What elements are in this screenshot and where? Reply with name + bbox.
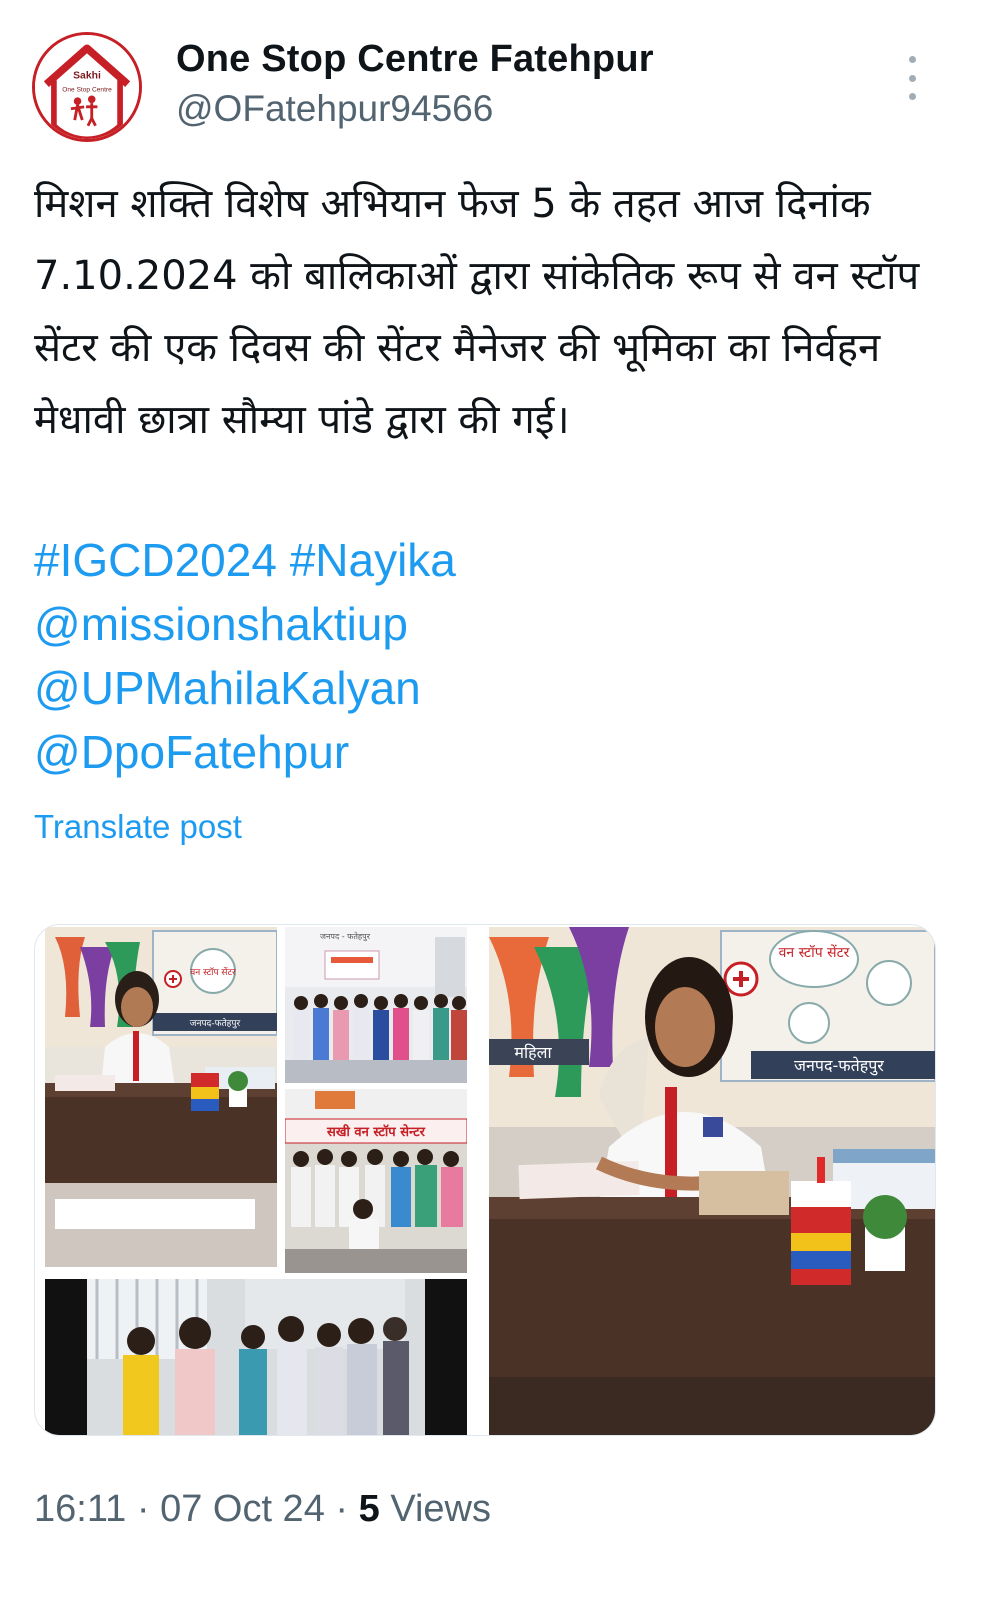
separator: · xyxy=(136,1488,150,1530)
dot xyxy=(908,74,916,82)
hashtag-igcd2024[interactable]: #IGCD2024 xyxy=(34,534,277,586)
post-date[interactable]: 07 Oct 24 xyxy=(160,1488,325,1530)
post-body-text: मिशन शक्ति विशेष अभियान फेज 5 के तहत आज … xyxy=(34,181,932,443)
svg-text:जनपद-फतेहपुर: जनपद-फतेहपुर xyxy=(190,1017,241,1029)
dot xyxy=(908,93,916,100)
svg-text:वन स्टॉप सेंटर: वन स्टॉप सेंटर xyxy=(779,944,850,961)
media-photo-4[interactable] xyxy=(45,1279,467,1435)
post-time[interactable]: 16:11 xyxy=(34,1488,126,1530)
mention-missionshaktiup[interactable]: @missionshaktiup xyxy=(34,592,954,656)
translate-post-link[interactable]: Translate post xyxy=(34,808,242,846)
mention-dpofatehpur[interactable]: @DpoFatehpur xyxy=(34,720,954,784)
post-header: Sakhi One Stop Centre One Stop Centre Fa… xyxy=(0,0,987,150)
post-links: #IGCD2024 #Nayika @missionshaktiup @UPMa… xyxy=(34,528,954,784)
svg-text:जनपद-फतेहपुर: जनपद-फतेहपुर xyxy=(794,1056,884,1076)
svg-text:सखी वन स्टॉप सेन्टर: सखी वन स्टॉप सेन्टर xyxy=(326,1124,426,1140)
dot xyxy=(908,56,916,63)
svg-text:One Stop Centre: One Stop Centre xyxy=(62,87,112,94)
svg-text:Sakhi: Sakhi xyxy=(73,70,101,81)
account-avatar[interactable]: Sakhi One Stop Centre xyxy=(32,32,142,142)
account-handle[interactable]: @OFatehpur94566 xyxy=(176,88,493,130)
sakhi-logo-icon: Sakhi One Stop Centre xyxy=(35,35,139,139)
svg-text:वन स्टॉप सेंटर: वन स्टॉप सेंटर xyxy=(190,966,236,978)
separator: · xyxy=(335,1488,349,1530)
views-label[interactable]: Views xyxy=(390,1488,491,1530)
views-count[interactable]: 5 xyxy=(359,1488,380,1530)
mention-upmahilakalyan[interactable]: @UPMahilaKalyan xyxy=(34,656,954,720)
svg-text:जनपद - फतेहपुर: जनपद - फतेहपुर xyxy=(320,931,371,942)
hashtag-row: #IGCD2024 #Nayika xyxy=(34,528,954,592)
media-grid: वन स्टॉप सेंटर जनपद-फतेहपुर जनपद - फतेहप… xyxy=(34,924,936,1436)
media-photo-1[interactable]: वन स्टॉप सेंटर जनपद-फतेहपुर xyxy=(45,927,277,1267)
media-photo-3[interactable]: सखी वन स्टॉप सेन्टर xyxy=(285,1089,467,1273)
media-photo-2[interactable]: जनपद - फतेहपुर xyxy=(285,927,467,1083)
account-name[interactable]: One Stop Centre Fatehpur xyxy=(176,38,654,81)
hashtag-nayika[interactable]: #Nayika xyxy=(290,534,456,586)
svg-text:महिला: महिला xyxy=(514,1043,552,1062)
post-meta: 16:11 · 07 Oct 24 · 5 Views xyxy=(34,1488,491,1531)
more-options-icon[interactable] xyxy=(896,56,928,100)
media-photo-5[interactable]: महिला वन स्टॉप सेंटर जनपद-फतेहपुर xyxy=(489,927,935,1435)
